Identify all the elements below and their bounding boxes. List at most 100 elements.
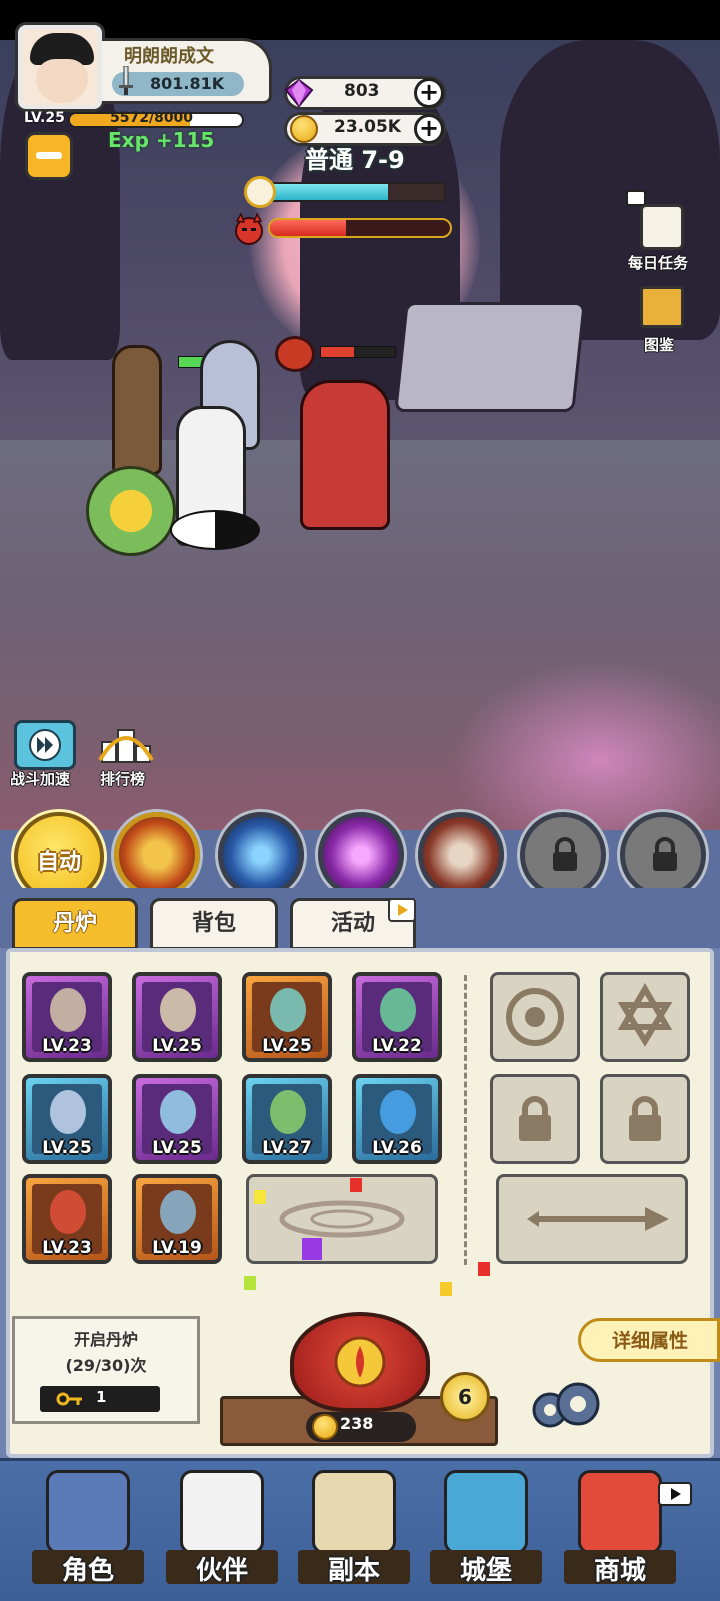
nav-label: 城堡 bbox=[459, 1556, 512, 1586]
devil-icon bbox=[235, 212, 263, 245]
key-count: 1 bbox=[96, 1388, 107, 1406]
empty-slot-shield[interactable] bbox=[490, 972, 580, 1062]
timer-icon bbox=[244, 176, 276, 208]
equipment-slot-jade-orb[interactable]: LV.22 bbox=[352, 972, 442, 1062]
key-icon bbox=[56, 1392, 82, 1406]
player-level: LV.25 bbox=[24, 110, 65, 126]
stage-label: 普通 7-9 bbox=[305, 146, 405, 174]
leaderboard-icon[interactable] bbox=[96, 716, 156, 768]
fast-forward-icon bbox=[29, 729, 61, 761]
detail-attributes-label[interactable]: 详细属性 bbox=[612, 1326, 688, 1353]
crown-icon bbox=[160, 988, 196, 1032]
enemy-hp-bar bbox=[320, 346, 396, 358]
locked-skill-slot-1 bbox=[520, 812, 606, 898]
locked-skill-slot-2 bbox=[620, 812, 706, 898]
confetti bbox=[478, 1262, 490, 1276]
nav-castle[interactable]: 城堡 bbox=[426, 1470, 546, 1588]
equipment-slot-pendant[interactable]: LV.27 bbox=[242, 1074, 332, 1164]
nav-label: 角色 bbox=[61, 1556, 114, 1586]
horse-head-ally bbox=[112, 345, 162, 475]
nav-character[interactable]: 角色 bbox=[28, 1470, 148, 1588]
gear-icon[interactable] bbox=[524, 1376, 604, 1436]
demon-enemy bbox=[300, 380, 390, 530]
stone-block bbox=[394, 302, 586, 412]
lock-icon bbox=[553, 837, 577, 871]
tree-right bbox=[500, 40, 720, 340]
tab-backpack[interactable]: 背包 bbox=[150, 898, 278, 950]
player-avatar[interactable] bbox=[18, 25, 102, 109]
collapse-button[interactable] bbox=[25, 132, 73, 180]
add-gems-button[interactable]: + bbox=[414, 78, 444, 108]
confetti bbox=[254, 1190, 266, 1204]
codex-book-icon[interactable] bbox=[640, 286, 684, 328]
fire-burst-skill[interactable] bbox=[114, 812, 200, 898]
equipment-level: LV.23 bbox=[42, 1036, 92, 1056]
tab-furnace[interactable]: 丹炉 bbox=[12, 898, 138, 950]
equipment-slot-boots[interactable]: LV.19 bbox=[132, 1174, 222, 1264]
equipment-slot-sword[interactable]: LV.23 bbox=[22, 972, 112, 1062]
wolf-summon-skill[interactable] bbox=[418, 812, 504, 898]
equipment-slot-swirl-orb[interactable]: LV.25 bbox=[132, 1074, 222, 1164]
pendant-icon bbox=[270, 1090, 306, 1134]
shop-video-icon bbox=[658, 1482, 692, 1506]
armor-icon bbox=[270, 988, 306, 1032]
coin-icon bbox=[312, 1414, 338, 1440]
water-orb-skill[interactable] bbox=[218, 812, 304, 898]
equipment-slot-ring[interactable]: LV.23 bbox=[22, 1174, 112, 1264]
nav-dungeon[interactable]: 副本 bbox=[294, 1470, 414, 1588]
equipment-level: LV.19 bbox=[152, 1238, 202, 1258]
castle-icon bbox=[444, 1470, 528, 1554]
shop-icon bbox=[578, 1470, 662, 1554]
jade-orb-icon bbox=[380, 988, 416, 1032]
scroll-icon bbox=[50, 1090, 86, 1134]
confetti bbox=[302, 1238, 322, 1260]
equipment-level: LV.26 bbox=[372, 1138, 422, 1158]
alchemy-furnace[interactable] bbox=[290, 1312, 430, 1412]
combat-power: 801.81K bbox=[150, 74, 225, 93]
dungeon-icon bbox=[312, 1470, 396, 1554]
empty-slot-star[interactable] bbox=[600, 972, 690, 1062]
furnace-title: 开启丹炉 bbox=[73, 1330, 138, 1349]
ring-icon bbox=[50, 1190, 86, 1234]
purple-lightning-skill[interactable] bbox=[318, 812, 404, 898]
speed-up-label[interactable]: 战斗加速 bbox=[10, 768, 70, 789]
nav-label: 伙伴 bbox=[195, 1556, 248, 1586]
furnace-level-badge[interactable]: 6 bbox=[440, 1372, 490, 1422]
battle-speed-button[interactable] bbox=[14, 720, 76, 770]
nav-partner[interactable]: 伙伴 bbox=[162, 1470, 282, 1588]
lock-icon bbox=[653, 837, 677, 871]
equipment-level: LV.25 bbox=[152, 1138, 202, 1158]
equipment-slot-blue-pearl[interactable]: LV.26 bbox=[352, 1074, 442, 1164]
equipment-level: LV.22 bbox=[372, 1036, 422, 1056]
furnace-open-count: (29/30)次 bbox=[65, 1356, 147, 1375]
equipment-slot-crown[interactable]: LV.25 bbox=[132, 972, 222, 1062]
add-coins-button[interactable]: + bbox=[414, 114, 444, 144]
gem-icon bbox=[284, 78, 314, 108]
nav-label: 副本 bbox=[327, 1556, 380, 1586]
nav-label: 商城 bbox=[593, 1556, 646, 1586]
lock-icon bbox=[629, 1096, 661, 1141]
equipment-level: LV.23 bbox=[42, 1238, 92, 1258]
sword-icon bbox=[50, 988, 86, 1032]
magic-array-slot[interactable] bbox=[246, 1174, 438, 1264]
equipment-level: LV.25 bbox=[262, 1036, 312, 1056]
boots-icon bbox=[160, 1190, 196, 1234]
confetti bbox=[244, 1276, 256, 1290]
trident-icon bbox=[527, 1207, 669, 1231]
daily-tasks-label[interactable]: 每日任务 bbox=[628, 252, 688, 273]
partner-icon bbox=[180, 1470, 264, 1554]
leaderboard-label[interactable]: 排行榜 bbox=[100, 768, 145, 789]
weapon-slot[interactable] bbox=[496, 1174, 688, 1264]
equipment-level: LV.25 bbox=[42, 1138, 92, 1158]
equipment-slot-armor[interactable]: LV.25 bbox=[242, 972, 332, 1062]
enemy-devil-icon bbox=[275, 336, 315, 372]
tab-more-arrow[interactable] bbox=[388, 898, 416, 922]
codex-label[interactable]: 图鉴 bbox=[644, 334, 674, 355]
daily-tasks-icon[interactable] bbox=[640, 204, 684, 250]
equipment-level: LV.25 bbox=[152, 1036, 202, 1056]
character-icon bbox=[46, 1470, 130, 1554]
play-arrow-icon bbox=[398, 904, 408, 916]
equipment-slot-scroll[interactable]: LV.25 bbox=[22, 1074, 112, 1164]
exp-gain: Exp +115 bbox=[108, 128, 215, 152]
flame-emblem-icon bbox=[334, 1336, 386, 1388]
